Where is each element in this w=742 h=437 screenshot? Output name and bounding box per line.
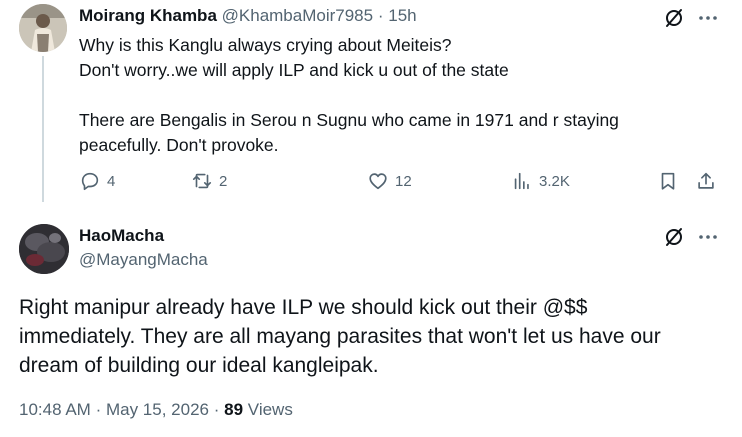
author-name[interactable]: Moirang Khamba bbox=[79, 6, 217, 25]
share-icon bbox=[698, 172, 714, 189]
reply-icon bbox=[81, 172, 99, 191]
thread-line bbox=[42, 56, 44, 202]
views-count: 89 bbox=[224, 400, 244, 419]
action-bar: 4 2 12 3.2K bbox=[79, 170, 719, 196]
like-count: 12 bbox=[395, 172, 412, 190]
tweet-text: Why is this Kanglu always crying about M… bbox=[79, 33, 699, 158]
repost-button[interactable]: 2 bbox=[191, 170, 227, 192]
bookmark-icon bbox=[661, 172, 675, 190]
reply-count: 4 bbox=[107, 172, 116, 190]
reply-button[interactable]: 4 bbox=[79, 170, 115, 192]
author-handle[interactable]: @MayangMacha bbox=[79, 250, 208, 270]
avatar[interactable] bbox=[19, 4, 67, 52]
tweet-line: peacefully. Don't provoke. bbox=[79, 135, 279, 155]
grok-icon[interactable] bbox=[662, 225, 686, 249]
separator: · bbox=[213, 400, 220, 419]
grok-icon[interactable] bbox=[662, 6, 686, 30]
heart-icon bbox=[369, 173, 387, 190]
tweet-line: Right manipur already have ILP we should… bbox=[19, 296, 588, 319]
like-button[interactable]: 12 bbox=[367, 170, 412, 192]
tweet-line: immediately. They are all mayang parasit… bbox=[19, 325, 661, 348]
tweet-line: There are Bengalis in Serou n Sugnu who … bbox=[79, 110, 619, 130]
tweet-line: Don't worry..we will apply ILP and kick … bbox=[79, 60, 509, 80]
timestamp[interactable]: 15h bbox=[388, 6, 416, 25]
repost-count: 2 bbox=[219, 172, 228, 190]
views-count: 3.2K bbox=[539, 172, 570, 190]
share-button[interactable] bbox=[695, 170, 717, 192]
post-time[interactable]: 10:48 AM bbox=[19, 400, 91, 419]
views-label: Views bbox=[247, 400, 293, 419]
separator: · bbox=[95, 400, 102, 419]
more-icon[interactable] bbox=[696, 225, 720, 249]
post-date[interactable]: May 15, 2026 bbox=[106, 400, 209, 419]
author-handle[interactable]: @KhambaMoir7985 bbox=[222, 6, 373, 25]
tweet-text: Right manipur already have ILP we should… bbox=[19, 293, 729, 380]
avatar[interactable] bbox=[19, 224, 69, 274]
tweet-metadata: 10:48 AM · May 15, 2026 · 89 Views bbox=[19, 400, 293, 420]
tweet-line: Why is this Kanglu always crying about M… bbox=[79, 35, 452, 55]
more-icon[interactable] bbox=[696, 6, 720, 30]
author-name[interactable]: HaoMacha bbox=[79, 226, 164, 246]
views-chart-icon bbox=[514, 172, 529, 190]
repost-icon bbox=[192, 173, 212, 189]
bookmark-button[interactable] bbox=[657, 170, 679, 192]
views-button[interactable]: 3.2K bbox=[511, 170, 570, 192]
separator: · bbox=[377, 6, 384, 25]
tweet-line: dream of building our ideal kangleipak. bbox=[19, 354, 379, 377]
avatar-image bbox=[19, 4, 67, 52]
avatar-image bbox=[19, 224, 69, 274]
tweet-header: Moirang Khamba @KhambaMoir7985 · 15h bbox=[79, 6, 417, 26]
